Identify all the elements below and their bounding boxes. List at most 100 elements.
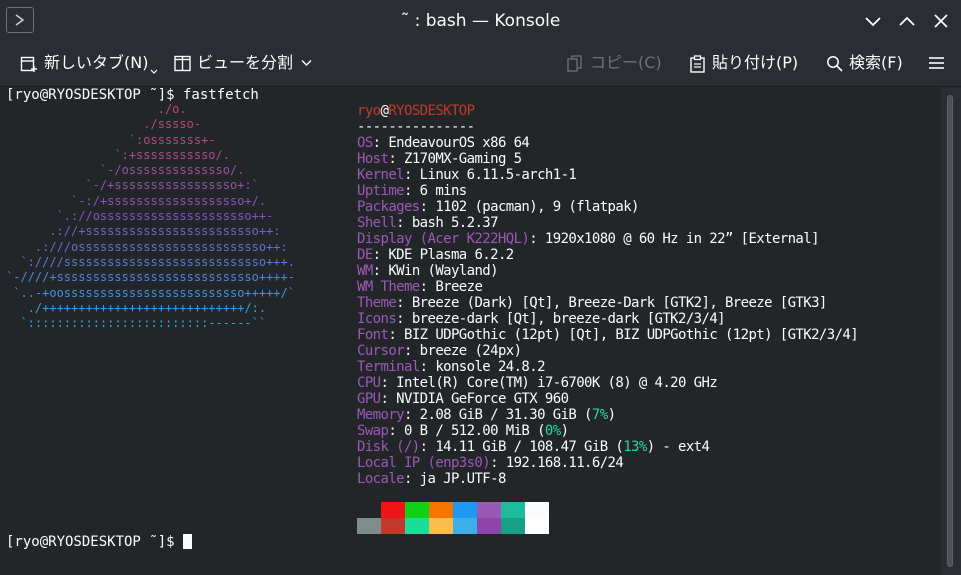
- info-key: Host: [357, 151, 389, 167]
- color-swatch: [405, 518, 429, 534]
- endeavouros-ascii-logo: ./o. ./sssso- `:osssssss+- `:+ssssssssss…: [6, 102, 295, 331]
- info-key: OS: [357, 135, 373, 151]
- scrollbar[interactable]: [941, 87, 961, 575]
- close-icon[interactable]: [930, 10, 952, 32]
- logo-line: ./++++++++++++++++++++++++++++/:.: [6, 300, 267, 315]
- color-swatch: [429, 502, 453, 518]
- konsole-window: ˜ : bash — Konsole 新しいタブ(N) ビューを分割 コピー(C…: [0, 0, 961, 575]
- info-value: 1102 (pacman), 9 (flatpak): [435, 199, 639, 215]
- info-key: Display (Acer K222HQL): [357, 231, 530, 247]
- info-value: Breeze (Dark) [Qt], Breeze-Dark [GTK2], …: [411, 295, 828, 311]
- info-row: OS: EndeavourOS x86 64: [357, 135, 858, 151]
- logo-line: .:///ossssssssssssssssssssssssso++:: [6, 239, 288, 254]
- new-tab-button[interactable]: 新しいタブ(N): [20, 42, 160, 86]
- info-separator: :: [403, 167, 420, 183]
- maximize-icon[interactable]: [896, 10, 918, 32]
- info-key: DE: [357, 247, 373, 263]
- info-row: Icons: breeze-dark [Qt], breeze-dark [GT…: [357, 311, 858, 327]
- color-swatch: [477, 502, 501, 518]
- info-key: WM: [357, 263, 373, 279]
- scrollbar-thumb[interactable]: [947, 95, 953, 567]
- copy-label: コピー(C): [590, 53, 662, 72]
- info-value: Breeze: [435, 279, 483, 295]
- logo-line: `:+sssssssssso/.: [6, 147, 230, 162]
- info-key: CPU: [357, 375, 381, 391]
- info-value: ja JP.UTF-8: [419, 471, 507, 487]
- logo-line: ./o.: [6, 102, 187, 116]
- info-value: bash 5.2.37: [411, 215, 499, 231]
- info-value: 192.168.11.6/24: [505, 455, 624, 471]
- info-value: 6 mins: [419, 183, 468, 199]
- split-view-button[interactable]: ビューを分割: [174, 42, 314, 86]
- copy-button[interactable]: コピー(C): [567, 42, 667, 86]
- prompt-text: [ryo@RYOSDESKTOP ˜]$: [6, 534, 184, 550]
- info-list: OS: EndeavourOS x86 64 Host: Z170MX-Gamin…: [357, 135, 859, 487]
- hamburger-menu-button[interactable]: [928, 42, 948, 86]
- info-row: Swap: 0 B / 512.00 MiB (0%): [357, 423, 858, 439]
- info-separator: :: [396, 215, 412, 231]
- info-separator: :: [403, 343, 420, 359]
- info-value: breeze (24px): [419, 343, 522, 359]
- color-swatch: [429, 518, 453, 534]
- info-separator: :: [388, 151, 404, 167]
- logo-line: `.://osssssssssssssssssssso++-: [6, 209, 274, 224]
- info-key: Shell: [357, 215, 397, 231]
- color-swatch: [357, 502, 381, 518]
- color-swatch: [381, 502, 405, 518]
- logo-line: `-/+sssssssssssssssso+:`: [6, 178, 259, 193]
- chevron-down-icon[interactable]: [862, 10, 884, 32]
- separator-rule: ---------------: [357, 119, 475, 135]
- info-key: Font: [357, 327, 389, 343]
- info-row: Kernel: Linux 6.11.5-arch1-1: [357, 167, 858, 183]
- info-row: Locale: ja JP.UTF-8: [357, 471, 858, 487]
- info-separator: :: [396, 311, 412, 327]
- info-separator: :: [419, 439, 436, 455]
- info-row: Shell: bash 5.2.37: [357, 215, 858, 231]
- info-separator: :: [388, 327, 404, 343]
- split-view-icon: [174, 55, 191, 72]
- info-key: Disk (/): [357, 439, 420, 455]
- info-value: breeze-dark [Qt], breeze-dark [GTK2/3/4]: [411, 311, 726, 327]
- username: ryo: [357, 103, 381, 119]
- info-key: Kernel: [357, 167, 405, 183]
- info-row: Display (Acer K222HQL): 1920x1080 @ 60 H…: [357, 231, 858, 247]
- color-swatch: [501, 518, 525, 534]
- info-value: NVIDIA GeForce GTX 960: [396, 391, 569, 407]
- info-key: Terminal: [357, 359, 420, 375]
- toolbar: 新しいタブ(N) ビューを分割 コピー(C) 貼り付け(P) 検索(F): [0, 42, 961, 87]
- info-key: Icons: [357, 311, 397, 327]
- info-value: Linux 6.11.5-arch1-1: [419, 167, 577, 183]
- info-percent: 13%: [623, 439, 647, 455]
- color-swatch: [525, 502, 549, 518]
- window-title: ˜ : bash — Konsole: [400, 11, 561, 31]
- split-view-label: ビューを分割: [197, 53, 294, 72]
- color-swatch: [453, 502, 477, 518]
- info-separator: :: [403, 183, 420, 199]
- info-row: Disk (/): 14.11 GiB / 108.47 GiB (13%) -…: [357, 439, 858, 455]
- paste-button[interactable]: 貼り付け(P): [690, 42, 805, 86]
- search-button[interactable]: 検索(F): [826, 42, 911, 86]
- logo-line: `-:/+sssssssssssssssssso+/.: [6, 193, 267, 208]
- info-row: Terminal: konsole 24.8.2: [357, 359, 858, 375]
- info-row: WM: KWin (Wayland): [357, 263, 858, 279]
- info-separator: :: [372, 135, 389, 151]
- terminal-area[interactable]: [ryo@RYOSDESKTOP ˜]$ fastfetch ./o. ./ss…: [0, 87, 941, 575]
- info-separator: :: [372, 263, 389, 279]
- logo-line: `:////ssssssssssssssssssssssssssso+++.: [6, 254, 295, 269]
- color-swatch: [501, 502, 525, 518]
- info-separator: :: [529, 231, 545, 247]
- new-tab-icon: [20, 56, 37, 72]
- chevron-down-icon: [301, 60, 312, 66]
- info-value: konsole 24.8.2: [435, 359, 545, 375]
- info-value: 0 B / 512.00 MiB (: [404, 423, 546, 439]
- color-swatch: [453, 518, 477, 534]
- info-row: Font: BIZ UDPGothic (12pt) [Qt], BIZ UDP…: [357, 327, 859, 343]
- info-separator: :: [419, 279, 436, 295]
- info-key: Cursor: [357, 343, 405, 359]
- logo-line: `:osssssss+-: [6, 132, 216, 147]
- search-label: 検索(F): [849, 53, 903, 72]
- color-swatch: [357, 518, 381, 534]
- info-row: Local IP (enp3s0): 192.168.11.6/24: [357, 455, 858, 471]
- info-row: DE: KDE Plasma 6.2.2: [357, 247, 858, 263]
- info-separator: :: [403, 407, 420, 423]
